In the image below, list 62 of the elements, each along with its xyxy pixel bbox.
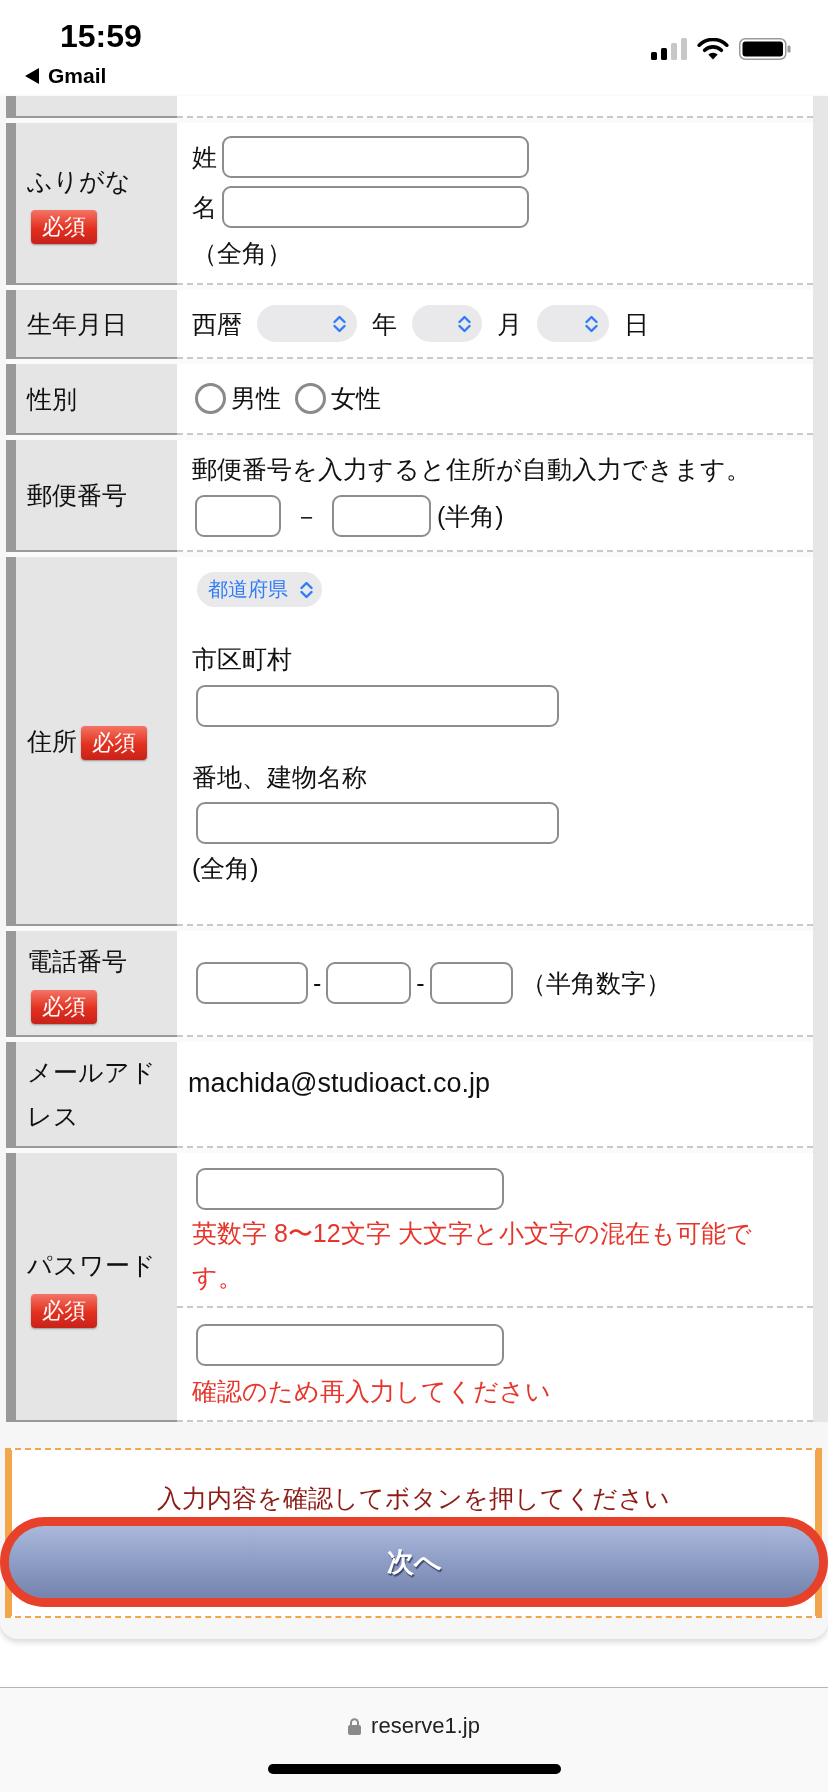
password-hint: 英数字 8〜12文字 大文字と小文字の混在も可能です。 [192, 1218, 753, 1293]
password-hint: 確認のため再入力してください [192, 1376, 552, 1407]
separator: － [294, 501, 319, 532]
text-input[interactable] [222, 186, 529, 228]
date-prefix: 西暦 [192, 308, 242, 340]
field-label: 郵便番号 [27, 481, 127, 509]
password-input[interactable] [196, 1324, 504, 1366]
status-time: 15:59 [60, 17, 142, 55]
name-prefix: 名 [192, 192, 217, 223]
dropdown-select[interactable] [257, 305, 357, 342]
separator: - [313, 968, 322, 999]
field-label: 性別 [27, 384, 77, 413]
url-text[interactable]: reserve1.jp [371, 1713, 480, 1739]
input-note: (全角) [192, 853, 259, 884]
date-unit: 月 [497, 308, 522, 340]
field-label: メールアドレス [27, 1058, 156, 1130]
field-label: 電話番号 [27, 947, 127, 975]
address-label: 市区町村 [192, 644, 292, 675]
text-input[interactable] [429, 962, 513, 1004]
required-badge: 必須 [31, 210, 97, 245]
cellular-signal-icon [651, 38, 687, 60]
required-badge: 必須 [81, 725, 147, 760]
back-link[interactable]: Gmail [25, 64, 142, 88]
required-badge: 必須 [31, 1293, 97, 1328]
name-prefix: 姓 [192, 142, 217, 173]
text-input[interactable] [332, 495, 431, 537]
input-note: (半角) [437, 501, 504, 532]
text-input[interactable] [326, 962, 412, 1004]
required-badge: 必須 [31, 990, 97, 1025]
field-label: 住所 [27, 726, 77, 755]
text-input[interactable] [222, 136, 529, 178]
dropdown-select[interactable] [537, 305, 609, 342]
battery-icon [739, 38, 791, 60]
chevron-up-down-icon [300, 580, 313, 599]
address-label: 番地、建物名称 [192, 762, 367, 793]
chevron-up-down-icon [458, 314, 471, 333]
dropdown-select[interactable] [412, 305, 482, 342]
radio-label: 女性 [331, 383, 381, 414]
back-triangle-icon [25, 68, 39, 84]
text-input[interactable] [196, 802, 559, 844]
field-label: 生年月日 [27, 309, 127, 338]
separator: - [416, 968, 425, 999]
date-unit: 年 [372, 308, 397, 340]
confirm-message: 入力内容を確認してボタンを押してください [156, 1483, 671, 1514]
field-label: パスワード [27, 1250, 156, 1279]
wifi-icon [697, 38, 729, 60]
password-input[interactable] [196, 1168, 504, 1210]
chevron-up-down-icon [333, 314, 346, 333]
radio-button[interactable] [295, 382, 326, 414]
chevron-up-down-icon [585, 314, 598, 333]
email-value: machida@studioact.co.jp [188, 1067, 491, 1100]
text-input[interactable] [196, 685, 559, 727]
radio-label: 男性 [231, 383, 281, 414]
date-unit: 日 [624, 308, 649, 340]
text-input[interactable] [196, 962, 308, 1004]
radio-button[interactable] [195, 382, 226, 414]
zip-hint: 郵便番号を入力すると住所が自動入力できます。 [192, 454, 751, 485]
field-label: ふりがな [27, 167, 131, 195]
input-note: （全角） [192, 238, 292, 269]
input-note: （半角数字） [520, 968, 671, 999]
lock-icon [348, 1717, 362, 1735]
text-input[interactable] [195, 495, 281, 537]
